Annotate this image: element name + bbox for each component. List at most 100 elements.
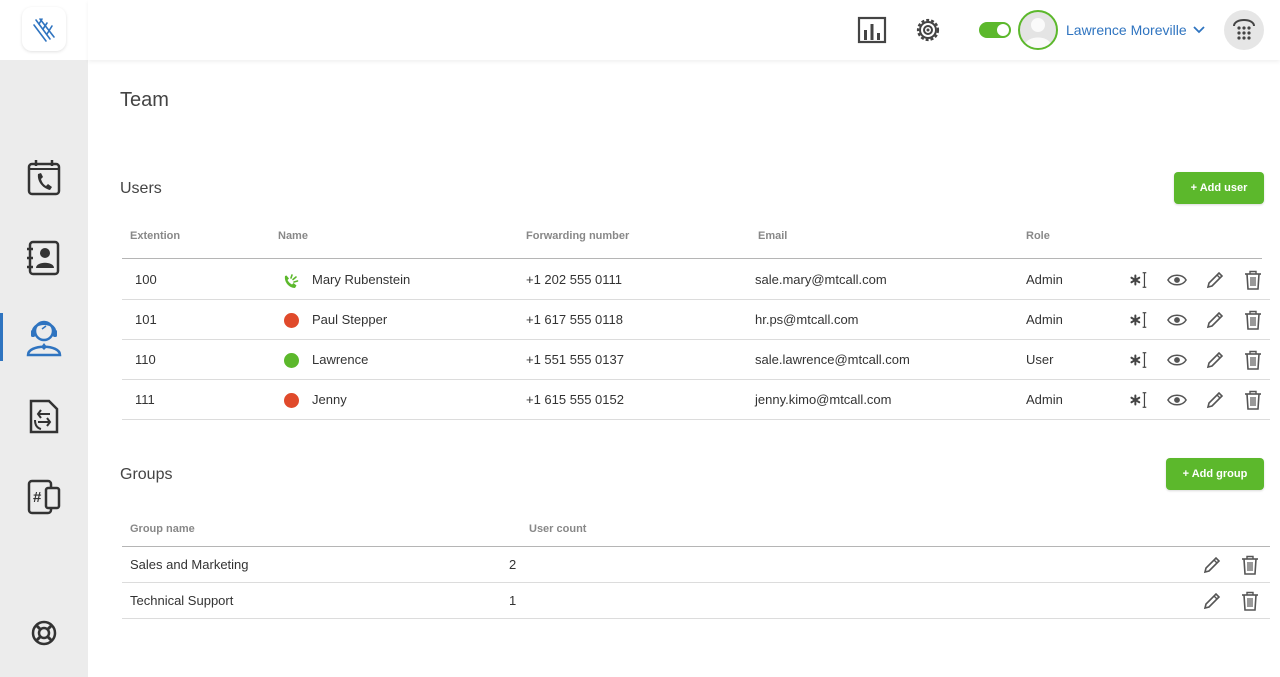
row-divider <box>122 618 1270 619</box>
pencil-icon <box>1203 592 1221 610</box>
delete-group-button[interactable] <box>1240 591 1260 611</box>
pencil-icon <box>1203 556 1221 574</box>
statistics-button[interactable] <box>856 14 888 46</box>
name-cell: Paul Stepper <box>312 312 388 327</box>
numbers-icon: # <box>27 479 61 515</box>
edit-group-button[interactable] <box>1202 591 1222 611</box>
eye-icon <box>1167 394 1187 406</box>
pencil-icon <box>1206 351 1224 369</box>
delete-group-button[interactable] <box>1240 555 1260 575</box>
dialpad-icon <box>1233 19 1255 40</box>
avatar[interactable] <box>1018 10 1058 50</box>
gear-icon <box>916 18 940 42</box>
lifebuoy-icon <box>31 620 57 646</box>
pencil-icon <box>1206 271 1224 289</box>
bar-chart-icon <box>857 16 887 44</box>
sidebar: # <box>0 0 88 677</box>
table-row: Technical Support 1 <box>122 583 1272 619</box>
nav-call-routing[interactable] <box>0 393 88 441</box>
call-routing-icon <box>29 399 59 434</box>
trash-icon <box>1242 555 1258 575</box>
forwarding-cell: +1 617 555 0118 <box>526 312 623 327</box>
trash-icon <box>1245 310 1261 330</box>
trash-icon <box>1242 591 1258 611</box>
edit-user-button[interactable] <box>1205 310 1225 330</box>
view-user-button[interactable] <box>1167 270 1187 290</box>
settings-button[interactable] <box>912 14 944 46</box>
table-row: 100 Mary Rubenstein +1 202 555 0111 sale… <box>122 260 1272 300</box>
user-menu-toggle[interactable] <box>1192 23 1206 42</box>
extension-cell: 100 <box>135 272 157 287</box>
group-count-cell: 1 <box>509 593 517 608</box>
column-header-name: Name <box>278 230 308 242</box>
edit-user-button[interactable] <box>1205 350 1225 370</box>
delete-user-button[interactable] <box>1243 310 1263 330</box>
svg-text:#: # <box>33 489 42 506</box>
extension-cell: 101 <box>135 312 157 327</box>
column-header-group-name: Group name <box>130 523 195 535</box>
edit-group-button[interactable] <box>1202 555 1222 575</box>
nav-call-log[interactable] <box>0 154 88 202</box>
forwarding-cell: +1 551 555 0137 <box>526 352 624 367</box>
nav-help[interactable] <box>0 609 88 657</box>
team-agent-icon <box>26 320 62 357</box>
eye-icon <box>1167 314 1187 326</box>
view-user-button[interactable] <box>1167 390 1187 410</box>
add-group-button[interactable]: + Add group <box>1166 458 1264 490</box>
reset-password-button[interactable] <box>1129 350 1149 370</box>
delete-user-button[interactable] <box>1243 390 1263 410</box>
view-user-button[interactable] <box>1167 310 1187 330</box>
forwarding-cell: +1 615 555 0152 <box>526 392 624 407</box>
group-count-cell: 2 <box>509 557 517 572</box>
name-cell: Jenny <box>312 392 347 407</box>
delete-user-button[interactable] <box>1243 350 1263 370</box>
name-cell: Lawrence <box>312 352 369 367</box>
password-asterisk-icon <box>1130 392 1147 408</box>
view-user-button[interactable] <box>1167 350 1187 370</box>
column-header-user-count: User count <box>529 523 587 535</box>
trash-icon <box>1245 270 1261 290</box>
availability-toggle[interactable] <box>979 22 1011 38</box>
extension-cell: 111 <box>135 392 155 407</box>
nav-team[interactable] <box>0 313 88 361</box>
column-header-extension: Extention <box>130 230 181 242</box>
table-row: 110 Lawrence +1 551 555 0137 sale.lawren… <box>122 340 1272 380</box>
contacts-icon <box>27 240 60 276</box>
group-name-cell: Sales and Marketing <box>130 557 249 572</box>
edit-user-button[interactable] <box>1205 390 1225 410</box>
forwarding-cell: +1 202 555 0111 <box>526 272 623 287</box>
password-asterisk-icon <box>1130 312 1147 328</box>
table-row: 101 Paul Stepper +1 617 555 0118 hr.ps@m… <box>122 300 1272 340</box>
eye-icon <box>1167 354 1187 366</box>
user-name[interactable]: Lawrence Moreville <box>1066 22 1187 38</box>
reset-password-button[interactable] <box>1129 310 1149 330</box>
delete-user-button[interactable] <box>1243 270 1263 290</box>
table-row: Sales and Marketing 2 <box>122 547 1272 583</box>
role-cell: Admin <box>1026 392 1063 407</box>
user-silhouette-icon <box>1024 18 1052 48</box>
row-divider <box>122 419 1270 420</box>
column-header-forwarding: Forwarding number <box>526 230 630 242</box>
nav-contacts[interactable] <box>0 234 88 282</box>
name-cell: Mary Rubenstein <box>312 272 411 287</box>
nav-numbers[interactable]: # <box>0 473 88 521</box>
group-name-cell: Technical Support <box>130 593 234 608</box>
edit-user-button[interactable] <box>1205 270 1225 290</box>
dialpad-button[interactable] <box>1224 10 1264 50</box>
column-header-role: Role <box>1026 230 1050 242</box>
status-available-dot <box>284 353 299 368</box>
pencil-icon <box>1206 391 1224 409</box>
email-cell: sale.mary@mtcall.com <box>755 272 887 287</box>
reset-password-button[interactable] <box>1129 270 1149 290</box>
pencil-icon <box>1206 311 1224 329</box>
logo-icon <box>33 18 55 42</box>
users-section-title: Users <box>120 180 162 197</box>
role-cell: Admin <box>1026 272 1063 287</box>
column-header-email: Email <box>758 230 788 242</box>
reset-password-button[interactable] <box>1129 390 1149 410</box>
add-user-button[interactable]: + Add user <box>1174 172 1264 204</box>
eye-icon <box>1167 274 1187 286</box>
app-logo[interactable] <box>22 7 66 51</box>
password-asterisk-icon <box>1130 272 1147 288</box>
email-cell: sale.lawrence@mtcall.com <box>755 352 910 367</box>
